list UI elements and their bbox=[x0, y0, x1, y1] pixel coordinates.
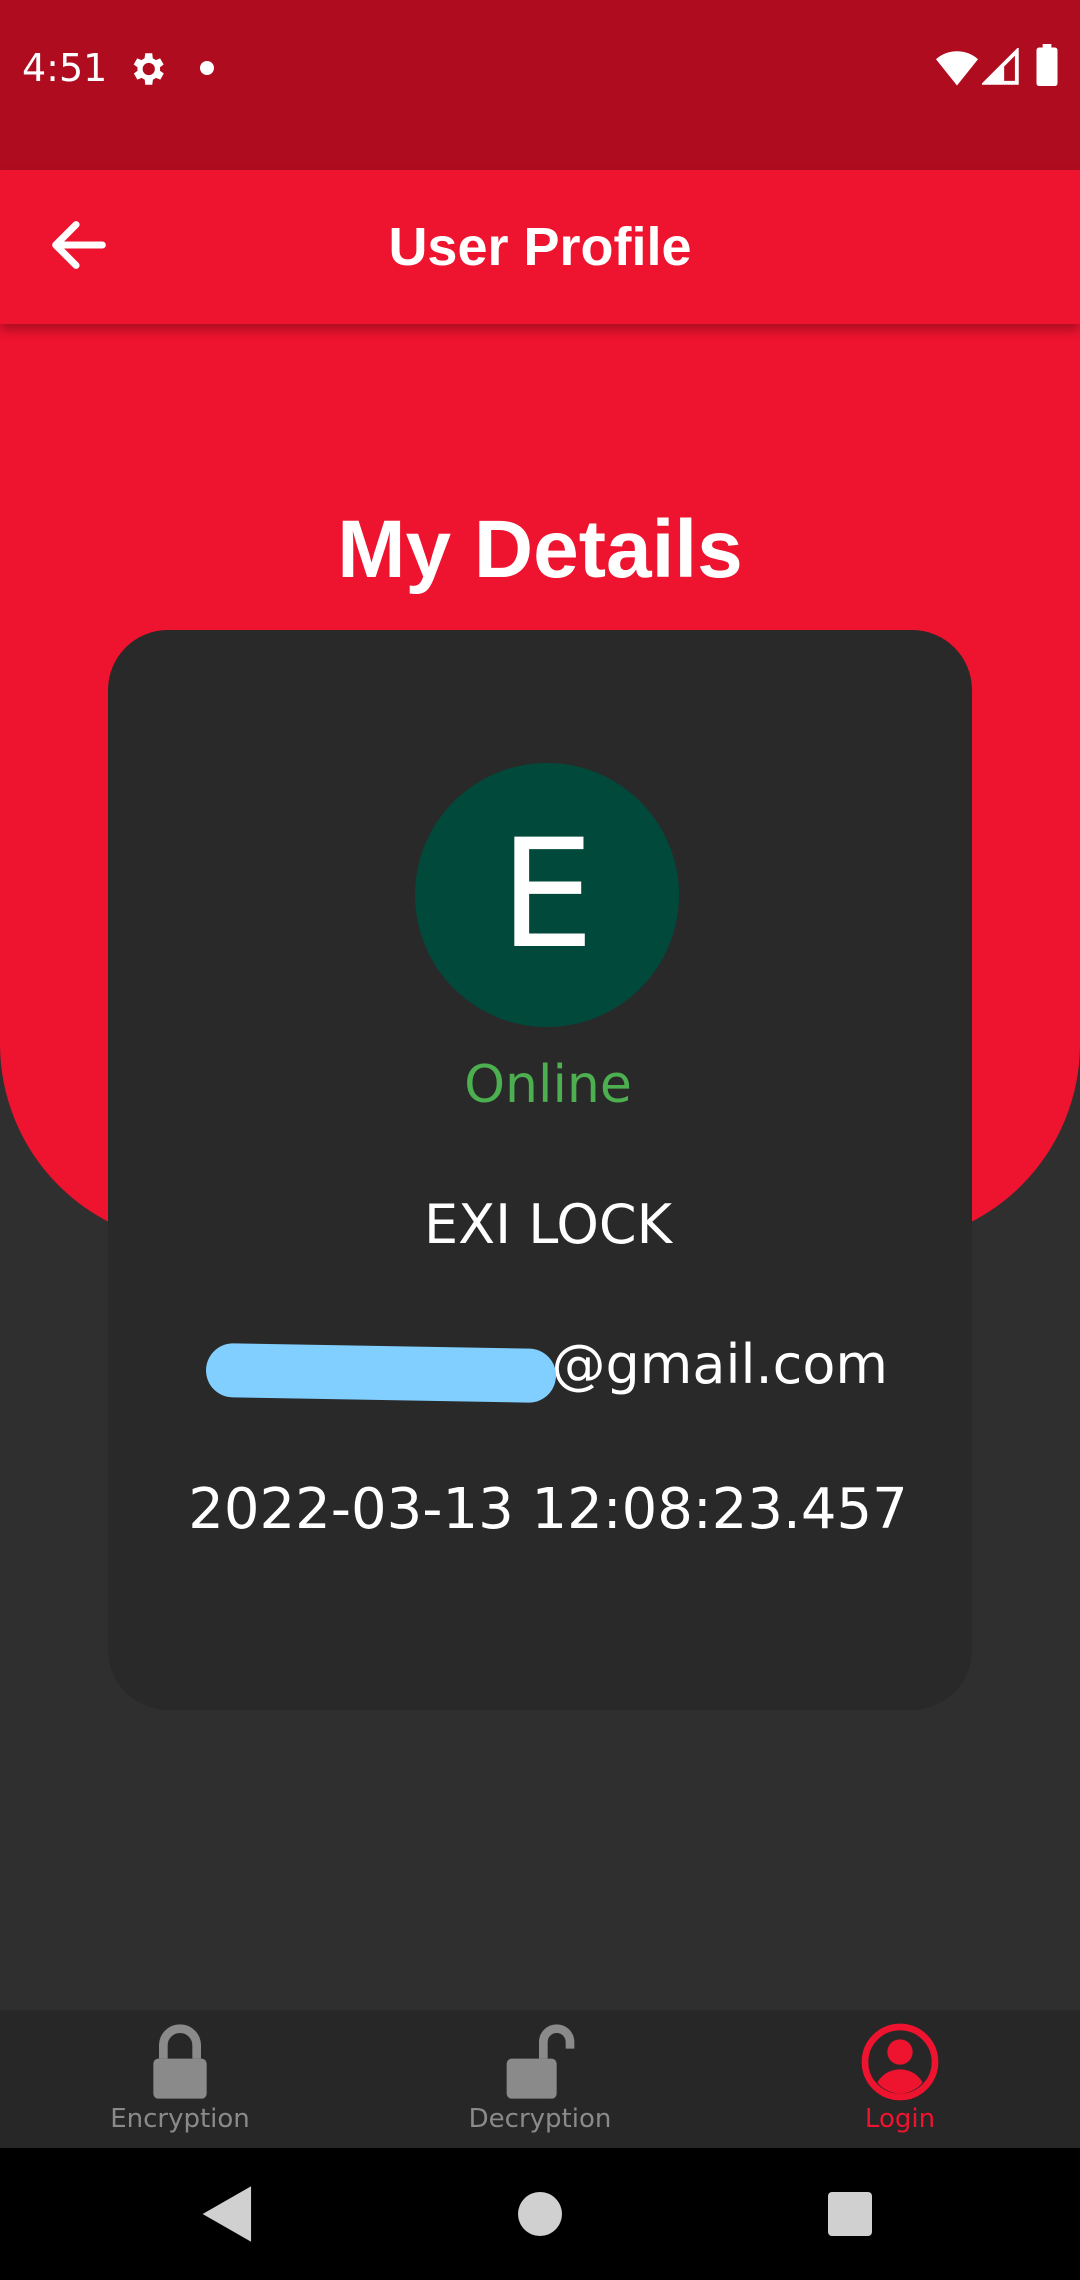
system-recents-icon[interactable] bbox=[828, 2192, 872, 2236]
section-title: My Details bbox=[337, 504, 743, 595]
bottom-navigation: Encryption Decryption Login bbox=[0, 2010, 1080, 2148]
status-bar: 4:51 bbox=[0, 0, 1080, 170]
avatar: E bbox=[415, 763, 679, 1027]
gear-icon bbox=[133, 53, 164, 85]
status-time: 4:51 bbox=[22, 46, 108, 90]
nav-label-decryption: Decryption bbox=[468, 2104, 612, 2134]
notification-dot bbox=[200, 61, 214, 75]
online-status: Online bbox=[464, 1055, 632, 1115]
nav-item-encryption[interactable]: Encryption bbox=[0, 2010, 360, 2148]
lock-open-icon bbox=[506, 2024, 575, 2099]
system-navigation-bar bbox=[0, 2148, 1080, 2280]
battery-icon bbox=[1036, 44, 1058, 86]
system-back-icon[interactable] bbox=[200, 2184, 256, 2244]
user-name: EXI LOCK bbox=[424, 1193, 672, 1256]
nav-label-login: Login bbox=[864, 2104, 936, 2134]
signal-icon bbox=[982, 48, 1019, 85]
email-redaction bbox=[205, 1342, 557, 1404]
profile-card: E Online EXI LOCK @gmail.com 2022-03-13 … bbox=[108, 630, 972, 1710]
nav-label-encryption: Encryption bbox=[110, 2104, 250, 2134]
page-title: User Profile bbox=[388, 217, 692, 277]
account-circle-icon bbox=[861, 2023, 939, 2101]
lock-closed-icon bbox=[153, 2024, 207, 2099]
last-login-timestamp: 2022-03-13 12:08:23.457 bbox=[188, 1477, 908, 1542]
system-home-icon[interactable] bbox=[518, 2192, 562, 2236]
nav-item-decryption[interactable]: Decryption bbox=[360, 2010, 720, 2148]
app-bar: User Profile bbox=[0, 170, 1080, 324]
wifi-icon bbox=[936, 51, 978, 86]
nav-item-login[interactable]: Login bbox=[720, 2010, 1080, 2148]
